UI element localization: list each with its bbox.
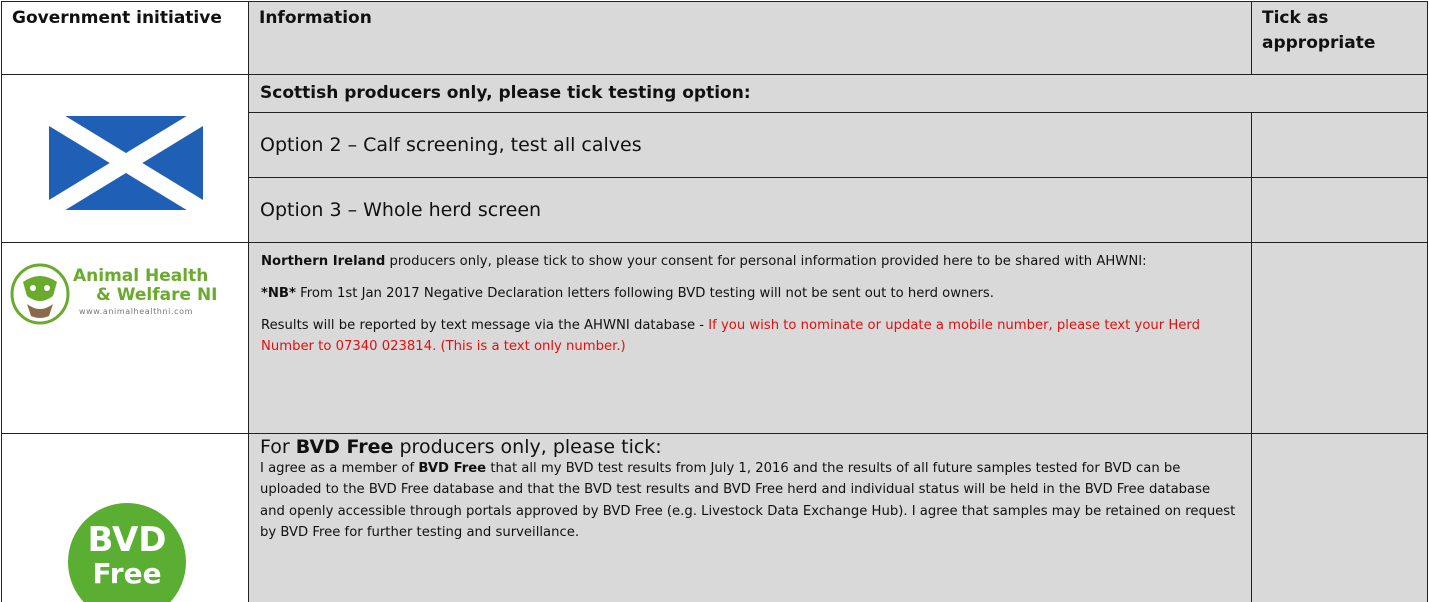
bvd-logo-cell: BVD Free xyxy=(1,434,249,602)
tick-box-option-2[interactable] xyxy=(1252,113,1428,178)
scotland-flag-icon xyxy=(49,116,203,210)
bvd-title-bold: BVD Free xyxy=(295,436,394,458)
ni-results-text: Results will be reported by text message… xyxy=(261,315,1235,357)
bvd-title-pre: For xyxy=(260,436,296,458)
bvd-title: For BVD Free producers only, please tick… xyxy=(260,436,1239,458)
header-col2-text: Information xyxy=(259,8,372,28)
ni-nb-text: *NB* From 1st Jan 2017 Negative Declarat… xyxy=(261,283,1235,304)
ahwni-logo: Animal Health & Welfare NI www.animalhea… xyxy=(9,263,241,325)
ni-nb-rest: From 1st Jan 2017 Negative Declaration l… xyxy=(295,286,994,301)
bvd-logo-line1: BVD xyxy=(87,520,167,560)
header-information: Information xyxy=(249,1,1252,75)
scotland-logo-cell xyxy=(1,75,249,243)
scotland-subheader: Scottish producers only, please tick tes… xyxy=(249,75,1428,113)
tick-box-ni[interactable] xyxy=(1252,243,1428,434)
tick-box-option-3[interactable] xyxy=(1252,178,1428,243)
ni-consent-text: Northern Ireland producers only, please … xyxy=(261,251,1235,272)
bvd-title-post: producers only, please tick: xyxy=(393,436,662,458)
header-col3-text: Tick as appropriate xyxy=(1262,8,1376,53)
header-tick: Tick as appropriate xyxy=(1252,1,1428,75)
ni-information: Northern Ireland producers only, please … xyxy=(249,243,1252,434)
header-col1-text: Government initiative xyxy=(12,8,222,28)
header-government-initiative: Government initiative xyxy=(1,1,249,75)
ni-nb-bold: *NB* xyxy=(261,286,296,301)
cow-logo-icon xyxy=(10,263,70,325)
ni-results-black: Results will be reported by text message… xyxy=(261,318,709,333)
ahwni-logo-url: www.animalhealthni.com xyxy=(79,307,193,316)
initiatives-table: Government initiative Information Tick a… xyxy=(1,1,1428,602)
bvd-logo-line2: Free xyxy=(92,557,162,590)
ni-consent-bold: Northern Ireland xyxy=(261,254,386,269)
scotland-option-3: Option 3 – Whole herd screen xyxy=(249,178,1252,243)
ni-consent-rest: producers only, please tick to show your… xyxy=(385,254,1147,269)
bvd-free-logo-icon: BVD Free xyxy=(68,503,186,602)
bvd-text-1: I agree as a member of xyxy=(260,461,419,476)
ahwni-logo-line2: & Welfare NI xyxy=(96,285,218,305)
bvd-text-bold: BVD Free xyxy=(418,461,487,476)
bvd-free-information: For BVD Free producers only, please tick… xyxy=(249,434,1252,602)
option-2-text: Option 2 – Calf screening, test all calv… xyxy=(260,134,642,156)
scotland-option-2: Option 2 – Calf screening, test all calv… xyxy=(249,113,1252,178)
bvd-agreement-text: I agree as a member of BVD Free that all… xyxy=(260,458,1239,544)
ahwni-logo-line1: Animal Health xyxy=(73,266,209,286)
tick-box-bvd-free[interactable] xyxy=(1252,434,1428,602)
ahwni-logo-cell: Animal Health & Welfare NI www.animalhea… xyxy=(1,243,249,434)
scotland-subheader-text: Scottish producers only, please tick tes… xyxy=(260,83,751,103)
option-3-text: Option 3 – Whole herd screen xyxy=(260,199,542,221)
